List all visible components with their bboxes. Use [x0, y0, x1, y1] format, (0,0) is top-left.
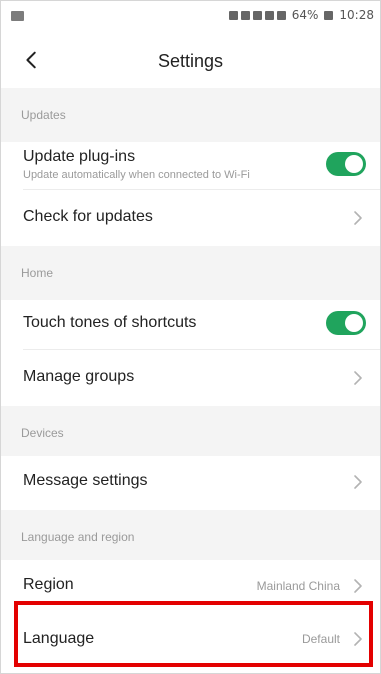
volte-icon	[264, 10, 274, 20]
toggle-knob	[345, 155, 363, 173]
section-header-language-region: Language and region	[1, 510, 380, 560]
time: 10:28	[339, 8, 374, 22]
row-manage-groups[interactable]: Manage groups	[1, 350, 380, 406]
section-title: Home	[21, 266, 54, 280]
row-label: Message settings	[23, 472, 148, 489]
chevron-right-icon	[352, 578, 364, 594]
section-title: Devices	[21, 426, 64, 440]
gallery-icon	[11, 11, 24, 21]
row-label: Check for updates	[23, 208, 153, 225]
section-title: Updates	[21, 108, 66, 122]
status-icons	[228, 10, 286, 20]
header: Settings	[1, 37, 380, 86]
bluetooth-icon	[240, 10, 250, 20]
section-header-home: Home	[1, 246, 380, 300]
status-bar: 64% 10:28	[1, 1, 380, 37]
page-title: Settings	[157, 51, 224, 71]
battery-icon	[324, 10, 334, 20]
row-touch-tones[interactable]: Touch tones of shortcuts	[1, 300, 380, 350]
section-header-devices: Devices	[1, 406, 380, 456]
toggle-knob	[345, 314, 363, 332]
section-header-updates: Updates	[1, 88, 380, 142]
row-value: Mainland China	[256, 579, 340, 593]
row-update-plugins[interactable]: Update plug-ins Update automatically whe…	[1, 142, 380, 190]
chevron-right-icon	[352, 370, 364, 386]
notification-icon	[228, 10, 238, 20]
row-check-for-updates[interactable]: Check for updates	[1, 190, 380, 246]
section-title: Language and region	[21, 530, 135, 544]
status-right: 64% 10:28	[228, 8, 374, 22]
row-label: Region	[23, 576, 74, 593]
touch-tones-toggle[interactable]	[326, 311, 366, 335]
update-plugins-toggle[interactable]	[326, 152, 366, 176]
battery-percent: 64%	[291, 8, 319, 22]
chevron-right-icon	[352, 474, 364, 490]
row-label: Touch tones of shortcuts	[23, 314, 197, 331]
row-label: Manage groups	[23, 368, 135, 385]
highlight-box	[14, 601, 373, 667]
vibrate-icon	[252, 10, 262, 20]
row-sublabel: Update automatically when connected to W…	[23, 169, 250, 181]
row-message-settings[interactable]: Message settings	[1, 456, 380, 510]
row-label: Update plug-ins	[23, 148, 136, 165]
wifi-signal-icon	[276, 10, 286, 20]
chevron-right-icon	[352, 210, 364, 226]
